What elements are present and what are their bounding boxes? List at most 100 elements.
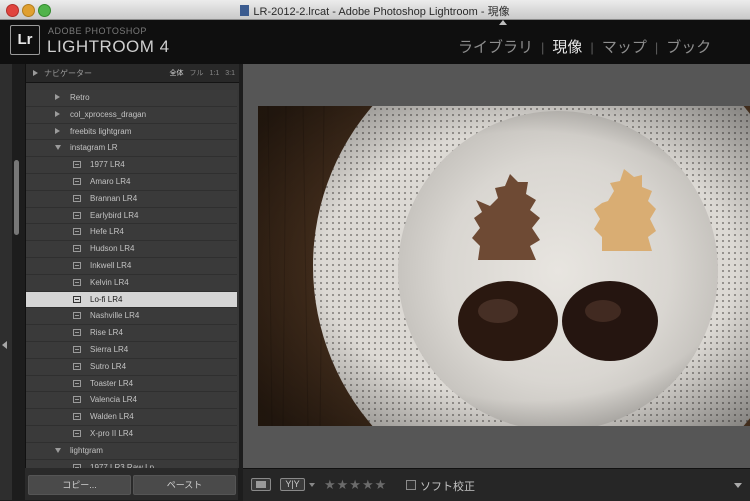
image-display-area	[243, 64, 750, 468]
folder-collapsed-icon[interactable]	[55, 110, 60, 117]
preset-item[interactable]: Rise LR4	[26, 325, 237, 342]
preset-icon	[73, 413, 81, 421]
module-separator: |	[541, 40, 545, 55]
preset-item[interactable]: Earlybird LR4	[26, 208, 237, 225]
preset-item[interactable]: Hefe LR4	[26, 224, 237, 242]
left-panel-toggle-icon[interactable]	[2, 341, 7, 349]
preset-label: Toaster LR4	[90, 378, 134, 388]
preset-icon	[73, 228, 81, 236]
preset-icon	[73, 345, 81, 353]
window-title-text: LR-2012-2.lrcat - Adobe Photoshop Lightr…	[253, 6, 510, 18]
navigator-zoom-option[interactable]: 1:1	[210, 70, 220, 77]
folder-expanded-icon[interactable]	[55, 447, 61, 453]
preset-label: freebits lightgram	[70, 126, 132, 136]
preset-label: Sutro LR4	[90, 361, 127, 371]
preset-item[interactable]: 1977 LR3 Raw Lp	[26, 460, 237, 468]
folder-collapsed-icon[interactable]	[55, 127, 60, 134]
before-after-dropdown-icon[interactable]	[309, 483, 315, 487]
navigator-zoom-option[interactable]: 3:1	[225, 70, 235, 77]
window-title: LR-2012-2.lrcat - Adobe Photoshop Lightr…	[0, 3, 750, 19]
preset-folder[interactable]: Retro	[26, 90, 237, 107]
preset-label: Lo-fi LR4	[90, 294, 123, 304]
module-tab[interactable]: ブック	[666, 39, 711, 56]
preset-item[interactable]: Inkwell LR4	[26, 258, 237, 275]
photo-image	[258, 106, 750, 426]
preset-item[interactable]: 1977 LR4	[26, 157, 237, 174]
preset-icon	[73, 177, 81, 185]
preset-label: Kelvin LR4	[90, 277, 129, 287]
preset-icon	[73, 379, 81, 387]
loupe-view-button[interactable]	[251, 478, 271, 491]
disclosure-triangle-icon[interactable]	[33, 70, 38, 76]
module-tab[interactable]: ライブラリ	[458, 39, 533, 56]
module-tab[interactable]: 現像	[552, 39, 582, 56]
preset-icon	[73, 295, 81, 303]
preset-icon	[73, 429, 81, 437]
preset-label: Walden LR4	[90, 412, 134, 422]
bottom-toolbar: Y|Y ★★★★★ ソフト校正	[243, 468, 750, 501]
preset-item[interactable]: Valencia LR4	[26, 392, 237, 410]
preset-label: Rise LR4	[90, 328, 123, 338]
preset-icon	[73, 211, 81, 219]
left-panel: ナビゲーター 全体 フル 1:1 3:1 Retro col_xprocess_drag…	[25, 64, 239, 468]
soft-proof-label: ソフト校正	[420, 481, 475, 493]
preset-label: col_xprocess_dragan	[70, 109, 147, 119]
module-separator: |	[590, 40, 594, 55]
document-icon	[240, 5, 250, 16]
brand-subtitle: ADOBE PHOTOSHOP	[48, 26, 147, 36]
preset-folder[interactable]: instagram LR	[26, 140, 237, 158]
preset-icon	[73, 362, 81, 370]
preset-item[interactable]: Brannan LR4	[26, 191, 237, 208]
paste-button[interactable]: ペースト	[133, 475, 236, 495]
before-after-button[interactable]: Y|Y	[280, 478, 305, 491]
preset-icon	[73, 329, 81, 337]
presets-list: Retro col_xprocess_dragan freebits lightgr…	[26, 90, 237, 468]
preset-label: Amaro LR4	[90, 176, 131, 186]
brand-title: LIGHTROOM 4	[47, 37, 170, 56]
preset-label: Inkwell LR4	[90, 260, 132, 270]
preset-icon	[73, 161, 81, 169]
navigator-zoom-option[interactable]: 全体	[170, 70, 184, 77]
preset-folder[interactable]: col_xprocess_dragan	[26, 107, 237, 124]
preset-label: Brannan LR4	[90, 193, 138, 203]
preset-folder[interactable]: lightgram	[26, 443, 237, 460]
folder-expanded-icon[interactable]	[55, 145, 61, 151]
navigator-zoom-options: 全体 フル 1:1 3:1	[164, 68, 235, 78]
lightroom-logo: Lr	[10, 25, 40, 55]
module-picker: ライブラリ | 現像 | マップ | ブック	[458, 36, 711, 57]
top-panel-toggle-icon[interactable]	[499, 20, 507, 25]
soft-proof-checkbox[interactable]	[406, 480, 416, 490]
preset-item[interactable]: Hudson LR4	[26, 241, 237, 258]
navigator-header[interactable]: ナビゲーター 全体 フル 1:1 3:1	[26, 64, 239, 83]
preset-label: Retro	[70, 93, 90, 102]
preset-label: Sierra LR4	[90, 344, 129, 354]
preset-item[interactable]: Walden LR4	[26, 409, 237, 426]
preset-item[interactable]: X-pro II LR4	[26, 426, 237, 443]
left-panel-edge[interactable]	[0, 64, 12, 500]
preset-icon	[73, 278, 81, 286]
module-tab[interactable]: マップ	[602, 39, 647, 56]
module-separator: |	[654, 40, 659, 55]
window-titlebar: LR-2012-2.lrcat - Adobe Photoshop Lightr…	[0, 0, 750, 20]
preset-item[interactable]: Sutro LR4	[26, 359, 237, 376]
preset-label: instagram LR	[70, 143, 118, 153]
preset-item[interactable]: Nashville LR4	[26, 308, 237, 326]
preset-label: X-pro II LR4	[90, 428, 134, 438]
preset-label: Earlybird LR4	[90, 210, 139, 220]
preset-item[interactable]: Lo-fi LR4	[26, 291, 237, 309]
preset-label: 1977 LR4	[90, 160, 125, 170]
preset-item[interactable]: Amaro LR4	[26, 174, 237, 191]
preset-label: lightgram	[70, 445, 103, 455]
toolbar-menu-icon[interactable]	[734, 483, 742, 488]
preset-label: Hefe LR4	[90, 227, 124, 237]
preset-item[interactable]: Toaster LR4	[26, 376, 237, 393]
rating-stars[interactable]: ★★★★★	[324, 477, 387, 493]
photo-cookies-on-plate[interactable]	[258, 106, 750, 426]
preset-folder[interactable]: freebits lightgram	[26, 124, 237, 141]
preset-item[interactable]: Sierra LR4	[26, 342, 237, 359]
folder-collapsed-icon[interactable]	[55, 94, 60, 100]
presets-scrollbar[interactable]	[14, 160, 19, 235]
navigator-zoom-option[interactable]: フル	[190, 70, 204, 77]
copy-button[interactable]: コピー...	[28, 475, 131, 495]
preset-item[interactable]: Kelvin LR4	[26, 275, 237, 292]
